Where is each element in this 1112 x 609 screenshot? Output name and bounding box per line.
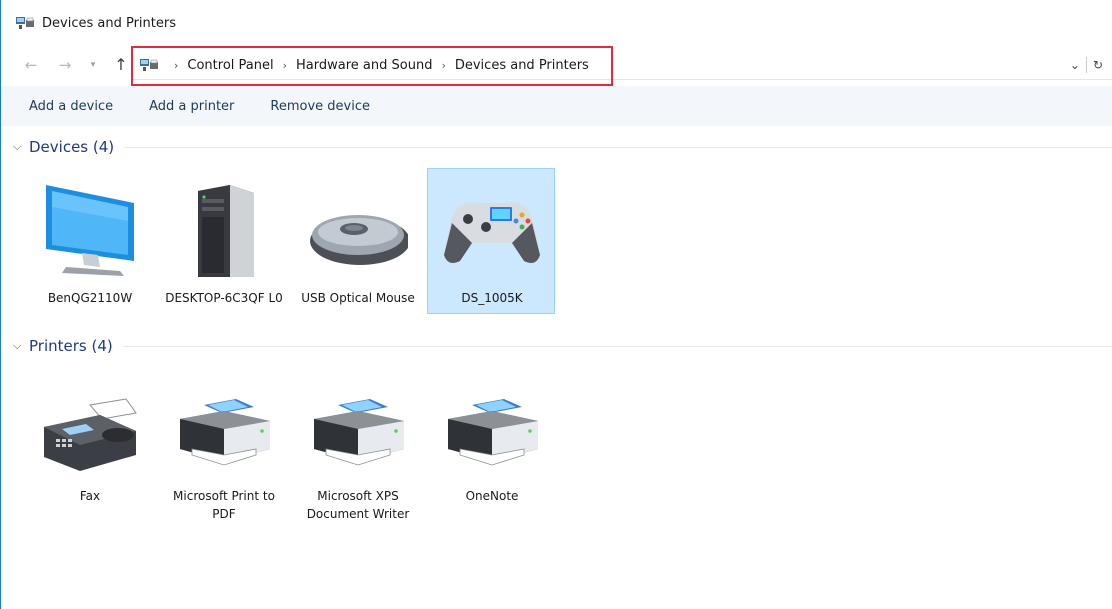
printers-group-label: Printers (4) — [29, 337, 113, 355]
content-pane: ⌵ Devices (4) BenQG2110W DESKTOP-6C3QF L… — [1, 126, 1112, 609]
back-arrow-icon[interactable]: ← — [21, 56, 41, 74]
printer-item-print-to-pdf[interactable]: Microsoft Print to PDF — [159, 366, 287, 521]
remove-device-button[interactable]: Remove device — [270, 99, 370, 114]
monitor-icon — [46, 185, 134, 276]
printers-group-header[interactable]: ⌵ Printers (4) — [13, 337, 1112, 355]
breadcrumb: › Control Panel › Hardware and Sound › D… — [139, 57, 589, 73]
printer-icon — [314, 399, 404, 466]
recent-locations-chevron-icon[interactable]: ▾ — [83, 60, 103, 70]
group-divider — [122, 345, 1112, 347]
devices-printers-app-icon — [16, 17, 34, 29]
address-divider — [1085, 57, 1087, 73]
devices-group-label: Devices (4) — [29, 138, 115, 156]
breadcrumb-control-panel[interactable]: Control Panel — [187, 58, 273, 73]
device-name: DESKTOP-6C3QF L0 — [165, 291, 283, 305]
printer-name: Microsoft XPS Document Writer — [306, 489, 410, 521]
navigation-row: ← → ▾ ↑ › Control Panel › Hardware and S… — [1, 46, 1112, 86]
window-title: Devices and Printers — [42, 15, 176, 31]
breadcrumb-separator-icon[interactable]: › — [174, 59, 178, 72]
address-bar[interactable]: › Control Panel › Hardware and Sound › D… — [131, 46, 1112, 86]
device-item-benq-monitor[interactable]: BenQG2110W — [25, 168, 153, 314]
device-name: DS_1005K — [461, 291, 523, 305]
computer-tower-icon — [198, 185, 254, 277]
printer-name: Microsoft Print to PDF — [173, 489, 275, 521]
chevron-down-icon[interactable]: ⌵ — [13, 140, 29, 154]
printer-name: Fax — [79, 489, 101, 503]
mouse-icon — [310, 215, 408, 265]
breadcrumb-devices-and-printers[interactable]: Devices and Printers — [455, 58, 589, 73]
add-device-button[interactable]: Add a device — [29, 99, 113, 114]
forward-arrow-icon[interactable]: → — [55, 56, 75, 74]
printer-icon — [180, 399, 270, 466]
fax-icon — [44, 398, 137, 471]
device-name: USB Optical Mouse — [301, 291, 415, 305]
command-bar: Add a device Add a printer Remove device — [1, 86, 1112, 126]
group-divider — [124, 146, 1112, 148]
address-bar-controls: ⌄ ↻ — [1070, 57, 1103, 73]
chevron-down-icon[interactable]: ⌵ — [13, 339, 29, 353]
printer-item-xps-writer[interactable]: Microsoft XPS Document Writer — [293, 366, 421, 521]
device-item-ds-1005k[interactable]: DS_1005K — [427, 168, 555, 314]
devices-group-header[interactable]: ⌵ Devices (4) — [13, 138, 1112, 156]
printer-name: OneNote — [465, 489, 519, 503]
printer-icon — [448, 399, 538, 466]
refresh-icon[interactable]: ↻ — [1093, 58, 1103, 72]
up-arrow-icon[interactable]: ↑ — [111, 55, 131, 74]
add-printer-button[interactable]: Add a printer — [149, 99, 234, 114]
device-item-usb-optical-mouse[interactable]: USB Optical Mouse — [293, 168, 421, 314]
breadcrumb-separator-icon[interactable]: › — [441, 59, 445, 72]
title-bar: Devices and Printers — [1, 0, 1112, 46]
device-name: BenQG2110W — [47, 291, 133, 305]
device-item-desktop[interactable]: DESKTOP-6C3QF L0 — [159, 168, 287, 314]
breadcrumb-separator-icon[interactable]: › — [283, 59, 287, 72]
gamepad-icon — [444, 202, 540, 263]
printer-item-fax[interactable]: Fax — [25, 366, 153, 512]
devices-and-printers-window: Devices and Printers ← → ▾ ↑ › Control P… — [0, 0, 1112, 609]
chevron-down-icon[interactable]: ⌄ — [1070, 58, 1080, 72]
printer-item-onenote[interactable]: OneNote — [427, 366, 555, 512]
breadcrumb-hardware-and-sound[interactable]: Hardware and Sound — [296, 58, 432, 73]
devices-printers-breadcrumb-icon[interactable] — [139, 57, 159, 73]
